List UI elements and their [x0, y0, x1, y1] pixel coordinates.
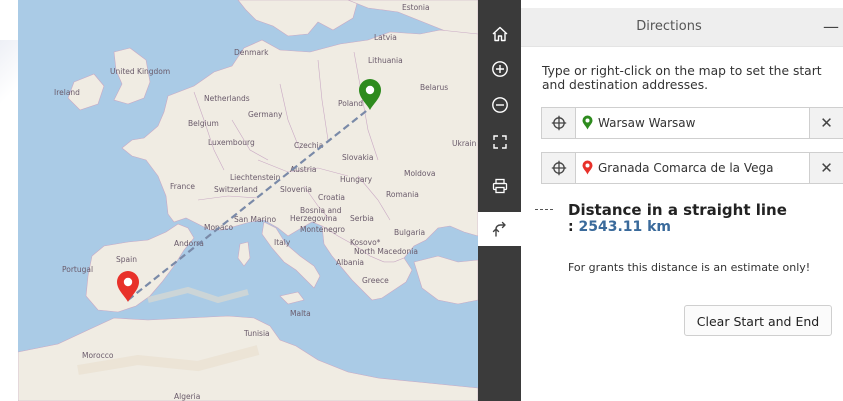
zoom-out-button[interactable] — [478, 88, 521, 122]
label-switzerland: Switzerland — [214, 185, 258, 194]
start-input[interactable]: Warsaw Warsaw — [598, 108, 778, 138]
distance-prefix: : — [568, 219, 574, 235]
label-morocco: Morocco — [82, 351, 114, 360]
label-bosnia-2: Herzegovina — [290, 214, 337, 223]
label-denmark: Denmark — [234, 48, 269, 57]
label-algeria: Algeria — [174, 392, 200, 401]
directions-panel: Directions — Type or right-click on the … — [521, 0, 843, 401]
distance-row: : 2543.11 km — [568, 219, 671, 235]
panel-title: Directions — [636, 19, 702, 34]
distance-value: 2543.11 km — [578, 219, 672, 235]
destination-input[interactable]: Granada Comarca de la Vega c — [598, 153, 778, 183]
start-locate-button[interactable] — [542, 108, 576, 138]
label-moldova: Moldova — [404, 169, 436, 178]
green-pin-icon — [582, 115, 593, 130]
label-belarus: Belarus — [420, 83, 448, 92]
destination-field[interactable]: Granada Comarca de la Vega c ✕ — [541, 152, 843, 184]
label-albania: Albania — [336, 258, 364, 267]
panel-header: Directions — — [521, 8, 843, 47]
crosshair-icon — [551, 115, 566, 131]
label-hungary: Hungary — [340, 175, 373, 184]
label-latvia: Latvia — [374, 33, 397, 42]
instructions-text: Type or right-click on the map to set th… — [542, 64, 822, 92]
label-bulgaria: Bulgaria — [394, 228, 425, 237]
distance-title: Distance in a straight line — [568, 201, 787, 219]
distance-legend-line — [535, 209, 553, 210]
zoom-in-icon — [491, 61, 508, 77]
decorative-chevron — [0, 40, 18, 130]
clear-start-button[interactable]: ✕ — [809, 108, 843, 138]
label-belgium: Belgium — [188, 119, 219, 128]
map-svg[interactable]: Estonia Latvia Denmark Lithuania United … — [18, 0, 478, 401]
label-luxembourg: Luxembourg — [208, 138, 255, 147]
home-button[interactable] — [478, 17, 521, 51]
fullscreen-button[interactable] — [478, 125, 521, 159]
fullscreen-icon — [492, 135, 507, 149]
red-pin-icon — [582, 160, 593, 175]
crosshair-icon — [551, 160, 566, 176]
directions-icon — [492, 221, 506, 237]
estimate-note: For grants this distance is an estimate … — [568, 261, 811, 274]
clear-destination-button[interactable]: ✕ — [809, 153, 843, 183]
label-estonia: Estonia — [402, 3, 430, 12]
label-slovakia: Slovakia — [342, 153, 374, 162]
print-icon — [492, 178, 507, 194]
label-croatia: Croatia — [318, 193, 345, 202]
label-germany: Germany — [248, 110, 283, 119]
app-frame: Estonia Latvia Denmark Lithuania United … — [0, 0, 843, 401]
label-portugal: Portugal — [62, 265, 93, 274]
label-north-macedonia: North Macedonia — [354, 247, 418, 256]
label-netherlands: Netherlands — [204, 94, 250, 103]
label-italy: Italy — [274, 238, 291, 247]
label-san-marino: San Marino — [234, 215, 276, 224]
label-serbia: Serbia — [350, 214, 374, 223]
minimize-button[interactable]: — — [819, 8, 843, 46]
label-spain: Spain — [116, 255, 137, 264]
label-lithuania: Lithuania — [368, 56, 403, 65]
label-greece: Greece — [362, 276, 389, 285]
label-ukraine: Ukrain — [452, 139, 477, 148]
map-toolbar — [478, 0, 521, 401]
label-liechtenstein: Liechtenstein — [230, 173, 281, 182]
left-margin — [0, 0, 18, 401]
label-tunisia: Tunisia — [243, 329, 270, 338]
label-slovenia: Slovenia — [280, 185, 312, 194]
zoom-in-button[interactable] — [478, 52, 521, 86]
map-canvas[interactable]: Estonia Latvia Denmark Lithuania United … — [18, 0, 478, 401]
destination-locate-button[interactable] — [542, 153, 576, 183]
label-poland: Poland — [338, 99, 363, 108]
label-romania: Romania — [386, 190, 419, 199]
label-ireland: Ireland — [54, 88, 80, 97]
zoom-out-icon — [491, 97, 508, 113]
clear-start-end-button[interactable]: Clear Start and End — [684, 305, 832, 336]
label-montenegro: Montenegro — [300, 225, 345, 234]
label-kosovo: Kosovo* — [350, 238, 381, 247]
directions-button[interactable] — [478, 212, 521, 246]
label-united-kingdom: United Kingdom — [110, 67, 170, 76]
label-france: France — [170, 182, 195, 191]
label-malta: Malta — [290, 309, 311, 318]
home-icon — [492, 26, 507, 42]
print-button[interactable] — [478, 169, 521, 203]
start-field[interactable]: Warsaw Warsaw ✕ — [541, 107, 843, 139]
